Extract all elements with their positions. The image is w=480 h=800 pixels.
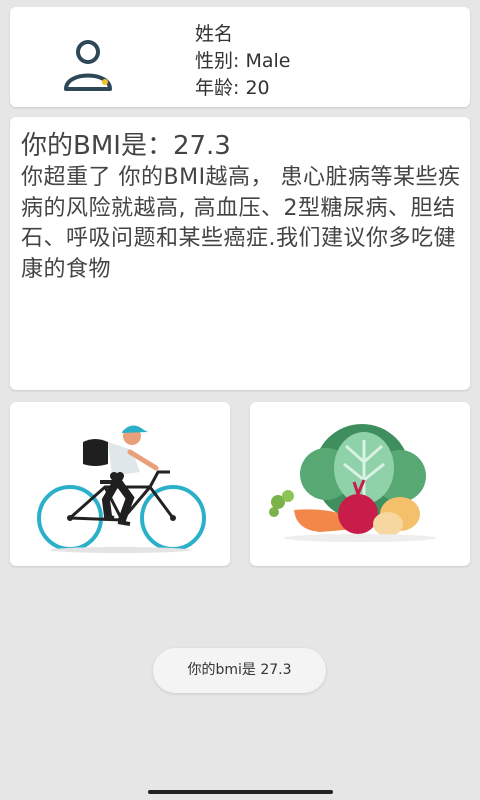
name-label: 姓名 xyxy=(195,23,234,45)
bmi-title: 你的BMI是：27.3 xyxy=(21,131,231,161)
home-indicator[interactable] xyxy=(148,790,333,794)
profile-card: 姓名 性别: Male 年龄: 20 xyxy=(10,7,470,107)
screen: 姓名 性别: Male 年龄: 20 你的BMI是：27.3 你超重了 你的BM… xyxy=(0,0,480,800)
age-text: 年龄: 20 xyxy=(195,77,270,99)
bmi-advice-text: 你超重了 你的BMI越高， 患心脏病等某些疾病的风险就越高, 高血压、2型糖尿病… xyxy=(21,165,461,282)
person-icon xyxy=(64,40,112,91)
gender-text: 性别: Male xyxy=(195,50,291,72)
cyclist-illustration xyxy=(37,425,206,553)
healthy-food-tile[interactable] xyxy=(250,402,470,566)
bmi-result-card: 你的BMI是：27.3 你超重了 你的BMI越高， 患心脏病等某些疾病的风险就越… xyxy=(10,117,470,390)
exercise-tile[interactable] xyxy=(10,402,230,566)
profile-info: 姓名 性别: Male 年龄: 20 xyxy=(195,21,290,102)
toast-message: 你的bmi是 27.3 xyxy=(153,648,326,693)
vegetables-illustration xyxy=(269,424,436,542)
